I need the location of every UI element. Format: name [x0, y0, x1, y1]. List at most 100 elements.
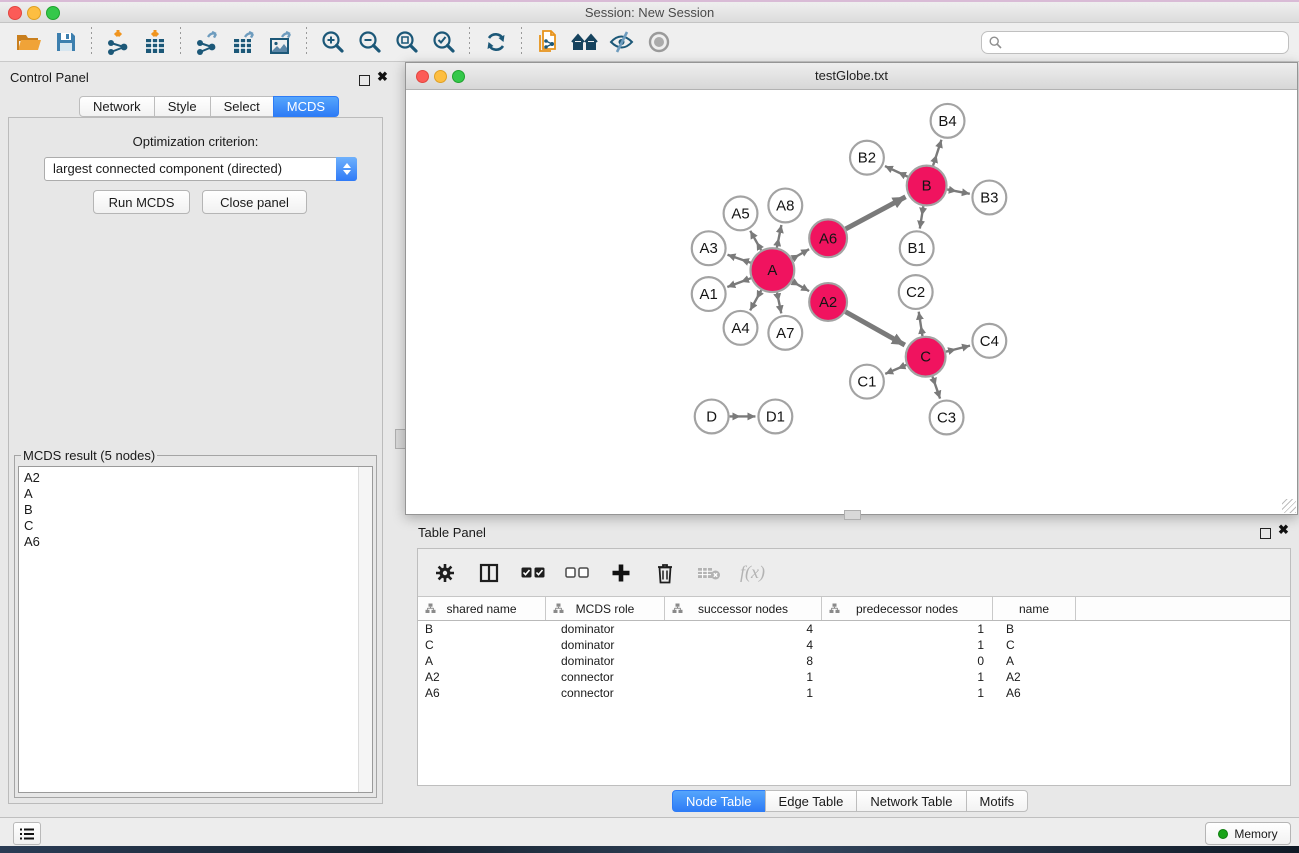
graph-edge-B-B3[interactable]: [947, 189, 970, 193]
graph-node-label: D: [706, 408, 717, 425]
graph-node-label: C2: [906, 284, 925, 301]
table-row[interactable]: Cdominator41C: [418, 637, 1290, 653]
graph-edge-B-B4[interactable]: [933, 140, 941, 166]
close-table-panel-icon[interactable]: ✖: [1278, 524, 1289, 536]
tab-edge-table[interactable]: Edge Table: [765, 790, 858, 812]
toolbar-separator: [306, 27, 307, 57]
graph-edge-C-C3[interactable]: [932, 377, 940, 399]
table-row[interactable]: Bdominator41B: [418, 621, 1290, 637]
table-settings-button[interactable]: [432, 560, 458, 586]
add-column-button[interactable]: [608, 560, 634, 586]
search-input[interactable]: [981, 31, 1289, 54]
zoom-selected-button[interactable]: [425, 26, 462, 58]
result-items-container: A2ABCA6: [19, 467, 372, 550]
import-network-button[interactable]: [99, 26, 136, 58]
table-row[interactable]: A6connector11A6: [418, 685, 1290, 701]
network-canvas[interactable]: ABCA2A6A1A3A4A5A7A8B1B2B3B4C1C2C3C4DD1: [406, 90, 1297, 514]
result-item: B: [19, 502, 372, 518]
graph-edge-A6-B[interactable]: [846, 197, 906, 229]
graph-edge-A-A6[interactable]: [792, 249, 809, 259]
open-session-button[interactable]: [10, 26, 47, 58]
table-cell: 1: [822, 622, 993, 636]
tab-network[interactable]: Network: [79, 96, 155, 117]
table-cell: 1: [822, 638, 993, 652]
graph-edge-A-A1[interactable]: [727, 278, 751, 287]
gear-icon: [434, 562, 456, 584]
graph-edge-A2-C[interactable]: [845, 312, 904, 345]
resize-grip-icon[interactable]: [1282, 499, 1296, 513]
table-cell: B: [993, 622, 1076, 636]
network-window-titlebar[interactable]: testGlobe.txt: [406, 63, 1297, 90]
graph-edge-A-A3[interactable]: [727, 255, 750, 263]
graph-edge-C-C1[interactable]: [885, 365, 906, 374]
network-from-file-button[interactable]: [529, 26, 566, 58]
delete-table-button[interactable]: [696, 560, 722, 586]
export-image-button[interactable]: [262, 26, 299, 58]
graph-edge-A-A5[interactable]: [750, 231, 761, 250]
zoom-fit-button[interactable]: [388, 26, 425, 58]
graph-edge-A-A2[interactable]: [792, 282, 809, 292]
column-header-name[interactable]: name: [993, 597, 1076, 620]
delete-columns-button[interactable]: [652, 560, 678, 586]
tab-motifs[interactable]: Motifs: [966, 790, 1029, 812]
panel-columns-button[interactable]: [476, 560, 502, 586]
export-network-button[interactable]: [188, 26, 225, 58]
graph-edge-A-A4[interactable]: [750, 290, 761, 310]
unselect-all-columns-button[interactable]: [564, 560, 590, 586]
export-table-button[interactable]: [225, 26, 262, 58]
memory-button[interactable]: Memory: [1205, 822, 1291, 845]
graph-edge-B-B2[interactable]: [885, 166, 908, 177]
mcds-result-list[interactable]: A2ABCA6: [18, 466, 373, 793]
show-hide-button[interactable]: [640, 26, 677, 58]
column-header-predecessor-nodes[interactable]: predecessor nodes: [822, 597, 993, 620]
graph-edge-A-A7[interactable]: [777, 293, 781, 314]
table-row[interactable]: A2connector11A2: [418, 669, 1290, 685]
graph-edge-C-C2[interactable]: [919, 312, 923, 336]
run-mcds-button[interactable]: Run MCDS: [93, 190, 190, 214]
search-icon: [989, 36, 1002, 49]
tab-network-table[interactable]: Network Table: [856, 790, 966, 812]
table-cell: 0: [822, 654, 993, 668]
graph-edge-C-C4[interactable]: [946, 346, 970, 352]
save-session-button[interactable]: [47, 26, 84, 58]
function-builder-button[interactable]: f(x): [740, 560, 765, 586]
memory-status-icon: [1218, 829, 1228, 839]
criterion-dropdown[interactable]: largest connected component (directed): [44, 157, 357, 181]
home-icon: [570, 30, 600, 54]
float-table-panel-icon[interactable]: [1260, 528, 1271, 539]
hide-graphics-details-button[interactable]: [603, 26, 640, 58]
mcds-panel: Optimization criterion: largest connecte…: [8, 117, 383, 804]
result-scrollbar[interactable]: [358, 467, 372, 792]
zoom-in-button[interactable]: [314, 26, 351, 58]
zoom-in-icon: [320, 29, 346, 55]
tab-select[interactable]: Select: [210, 96, 274, 117]
zoom-out-button[interactable]: [351, 26, 388, 58]
graph-edge-A-A8[interactable]: [777, 225, 782, 248]
task-history-button[interactable]: [13, 822, 41, 845]
toolbar-separator: [180, 27, 181, 57]
close-panel-button[interactable]: Close panel: [202, 190, 307, 214]
status-bar: Memory: [0, 817, 1299, 846]
select-all-columns-button[interactable]: [520, 560, 546, 586]
column-header-shared-name[interactable]: shared name: [418, 597, 546, 620]
column-header-successor-nodes[interactable]: successor nodes: [665, 597, 822, 620]
tab-node-table[interactable]: Node Table: [672, 790, 766, 812]
table-header-row: shared nameMCDS rolesuccessor nodesprede…: [418, 597, 1290, 621]
refresh-style-button[interactable]: [477, 26, 514, 58]
graph-node-label: A1: [700, 286, 718, 303]
table-cell: A6: [418, 686, 546, 700]
column-header-mcds-role[interactable]: MCDS role: [546, 597, 665, 620]
table-row[interactable]: Adominator80A: [418, 653, 1290, 669]
list-icon: [19, 827, 35, 841]
close-panel-icon[interactable]: ✖: [377, 71, 388, 83]
import-table-button[interactable]: [136, 26, 173, 58]
table-cell: B: [418, 622, 546, 636]
toolbar-separator: [91, 27, 92, 57]
cybrowser-home-button[interactable]: [566, 26, 603, 58]
graph-edge-B-B1[interactable]: [920, 206, 924, 228]
float-panel-icon[interactable]: [359, 75, 370, 86]
tab-style[interactable]: Style: [154, 96, 211, 117]
result-item: C: [19, 518, 372, 534]
tab-mcds[interactable]: MCDS: [273, 96, 339, 117]
checked-boxes-icon: [521, 567, 545, 579]
